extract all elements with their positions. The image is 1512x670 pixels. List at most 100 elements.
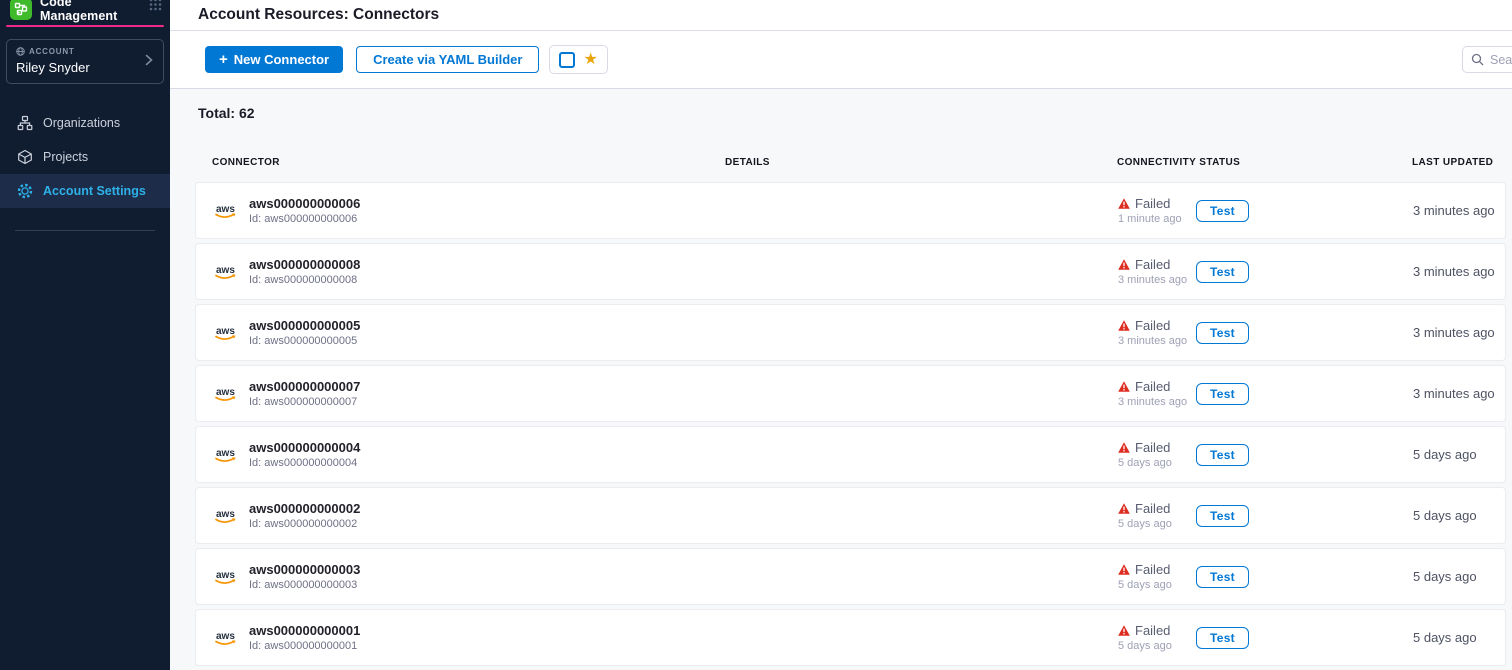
sidebar-item-label: Organizations	[43, 116, 120, 130]
test-button[interactable]: Test	[1196, 444, 1249, 466]
status-label: Failed	[1135, 257, 1170, 272]
test-button-label: Test	[1210, 387, 1235, 401]
status-label: Failed	[1135, 379, 1170, 394]
table-row[interactable]: aws aws000000000001 Id: aws000000000001 …	[195, 609, 1506, 666]
test-button[interactable]: Test	[1196, 200, 1249, 222]
sidebar-item-organizations[interactable]: Organizations	[0, 106, 170, 140]
warning-triangle-icon	[1118, 625, 1130, 636]
aws-logo-icon: aws	[213, 263, 240, 281]
aws-logo-icon: aws	[213, 629, 240, 647]
status-cell: Failed 3 minutes ago Test	[1118, 257, 1413, 286]
connector-name: aws000000000006	[249, 196, 360, 211]
last-updated: 3 minutes ago	[1413, 203, 1505, 218]
status-cell: Failed 5 days ago Test	[1118, 440, 1413, 469]
connector-name: aws000000000005	[249, 318, 360, 333]
sidebar-header: Code Management	[0, 0, 170, 21]
connector-cell: aws aws000000000004 Id: aws000000000004	[213, 440, 726, 469]
connector-id: Id: aws000000000004	[249, 457, 360, 469]
main-content: Account Resources: Connectors + New Conn…	[170, 0, 1512, 670]
table-row[interactable]: aws aws000000000004 Id: aws000000000004 …	[195, 426, 1506, 483]
last-updated: 5 days ago	[1413, 569, 1505, 584]
status-block: Failed 1 minute ago	[1118, 196, 1196, 225]
connector-name: aws000000000002	[249, 501, 360, 516]
status-cell: Failed 3 minutes ago Test	[1118, 379, 1413, 408]
status-block: Failed 3 minutes ago	[1118, 379, 1196, 408]
table-row[interactable]: aws aws000000000006 Id: aws000000000006 …	[195, 182, 1506, 239]
pink-accent-divider	[6, 25, 164, 27]
connector-text: aws000000000006 Id: aws000000000006	[249, 196, 360, 225]
code-management-logo-icon[interactable]	[10, 0, 32, 20]
connector-id: Id: aws000000000007	[249, 396, 360, 408]
aws-logo-icon: aws	[213, 385, 240, 403]
column-header-details: DETAILS	[725, 157, 1117, 168]
test-button[interactable]: Test	[1196, 627, 1249, 649]
table-row[interactable]: aws aws000000000003 Id: aws000000000003 …	[195, 548, 1506, 605]
last-updated: 3 minutes ago	[1413, 264, 1505, 279]
chevron-right-icon	[145, 53, 153, 71]
search-icon	[1471, 53, 1484, 66]
test-button[interactable]: Test	[1196, 383, 1249, 405]
last-updated: 3 minutes ago	[1413, 386, 1505, 401]
connector-name: aws000000000004	[249, 440, 360, 455]
new-connector-label: New Connector	[234, 52, 329, 67]
status-time: 5 days ago	[1118, 518, 1196, 530]
test-button[interactable]: Test	[1196, 322, 1249, 344]
apps-grid-icon[interactable]	[149, 0, 162, 16]
column-header-connectivity-status: CONNECTIVITY STATUS	[1117, 157, 1412, 168]
toolbar: + New Connector Create via YAML Builder …	[170, 31, 1512, 89]
connector-cell: aws aws000000000002 Id: aws000000000002	[213, 501, 726, 530]
account-name: Riley Snyder	[16, 60, 154, 75]
star-icon[interactable]: ★	[583, 52, 597, 68]
connector-id: Id: aws000000000008	[249, 274, 360, 286]
status-time: 5 days ago	[1118, 640, 1196, 652]
sidebar-item-projects[interactable]: Projects	[0, 140, 170, 174]
connector-cell: aws aws000000000003 Id: aws000000000003	[213, 562, 726, 591]
warning-triangle-icon	[1118, 320, 1130, 331]
status-block: Failed 5 days ago	[1118, 440, 1196, 469]
test-button[interactable]: Test	[1196, 505, 1249, 527]
test-button[interactable]: Test	[1196, 566, 1249, 588]
create-yaml-builder-button[interactable]: Create via YAML Builder	[356, 46, 539, 73]
aws-logo-icon: aws	[213, 568, 240, 586]
table-row[interactable]: aws aws000000000007 Id: aws000000000007 …	[195, 365, 1506, 422]
table-row[interactable]: aws aws000000000008 Id: aws000000000008 …	[195, 243, 1506, 300]
test-button-label: Test	[1210, 570, 1235, 584]
status-block: Failed 3 minutes ago	[1118, 257, 1196, 286]
status-time: 5 days ago	[1118, 579, 1196, 591]
column-header-connector: CONNECTOR	[212, 157, 725, 168]
warning-triangle-icon	[1118, 198, 1130, 209]
aws-logo-icon: aws	[213, 446, 240, 464]
search-input[interactable]	[1490, 53, 1512, 67]
favorites-checkbox[interactable]	[559, 52, 575, 68]
test-button-label: Test	[1210, 265, 1235, 279]
account-selector[interactable]: ACCOUNT Riley Snyder	[6, 39, 164, 84]
last-updated: 3 minutes ago	[1413, 325, 1505, 340]
connectors-panel: Total: 62 CONNECTOR DETAILS CONNECTIVITY…	[170, 89, 1512, 670]
test-button-label: Test	[1210, 204, 1235, 218]
status-time: 3 minutes ago	[1118, 396, 1196, 408]
test-button[interactable]: Test	[1196, 261, 1249, 283]
test-button-label: Test	[1210, 448, 1235, 462]
status-cell: Failed 5 days ago Test	[1118, 623, 1413, 652]
connector-text: aws000000000003 Id: aws000000000003	[249, 562, 360, 591]
warning-triangle-icon	[1118, 503, 1130, 514]
table-row[interactable]: aws aws000000000002 Id: aws000000000002 …	[195, 487, 1506, 544]
new-connector-button[interactable]: + New Connector	[205, 46, 343, 73]
org-chart-icon	[16, 115, 33, 131]
status-label: Failed	[1135, 440, 1170, 455]
sidebar-item-label: Projects	[43, 150, 88, 164]
connector-cell: aws aws000000000006 Id: aws000000000006	[213, 196, 726, 225]
connector-text: aws000000000005 Id: aws000000000005	[249, 318, 360, 347]
status-label: Failed	[1135, 196, 1170, 211]
connector-text: aws000000000007 Id: aws000000000007	[249, 379, 360, 408]
sidebar-nav: Organizations Projects A	[0, 106, 170, 208]
connector-text: aws000000000001 Id: aws000000000001	[249, 623, 360, 652]
table-row[interactable]: aws aws000000000005 Id: aws000000000005 …	[195, 304, 1506, 361]
connector-cell: aws aws000000000001 Id: aws000000000001	[213, 623, 726, 652]
connector-text: aws000000000004 Id: aws000000000004	[249, 440, 360, 469]
warning-triangle-icon	[1118, 259, 1130, 270]
status-time: 3 minutes ago	[1118, 274, 1196, 286]
last-updated: 5 days ago	[1413, 630, 1505, 645]
sidebar-item-account-settings[interactable]: Account Settings	[0, 174, 170, 208]
plus-icon: +	[219, 51, 228, 68]
